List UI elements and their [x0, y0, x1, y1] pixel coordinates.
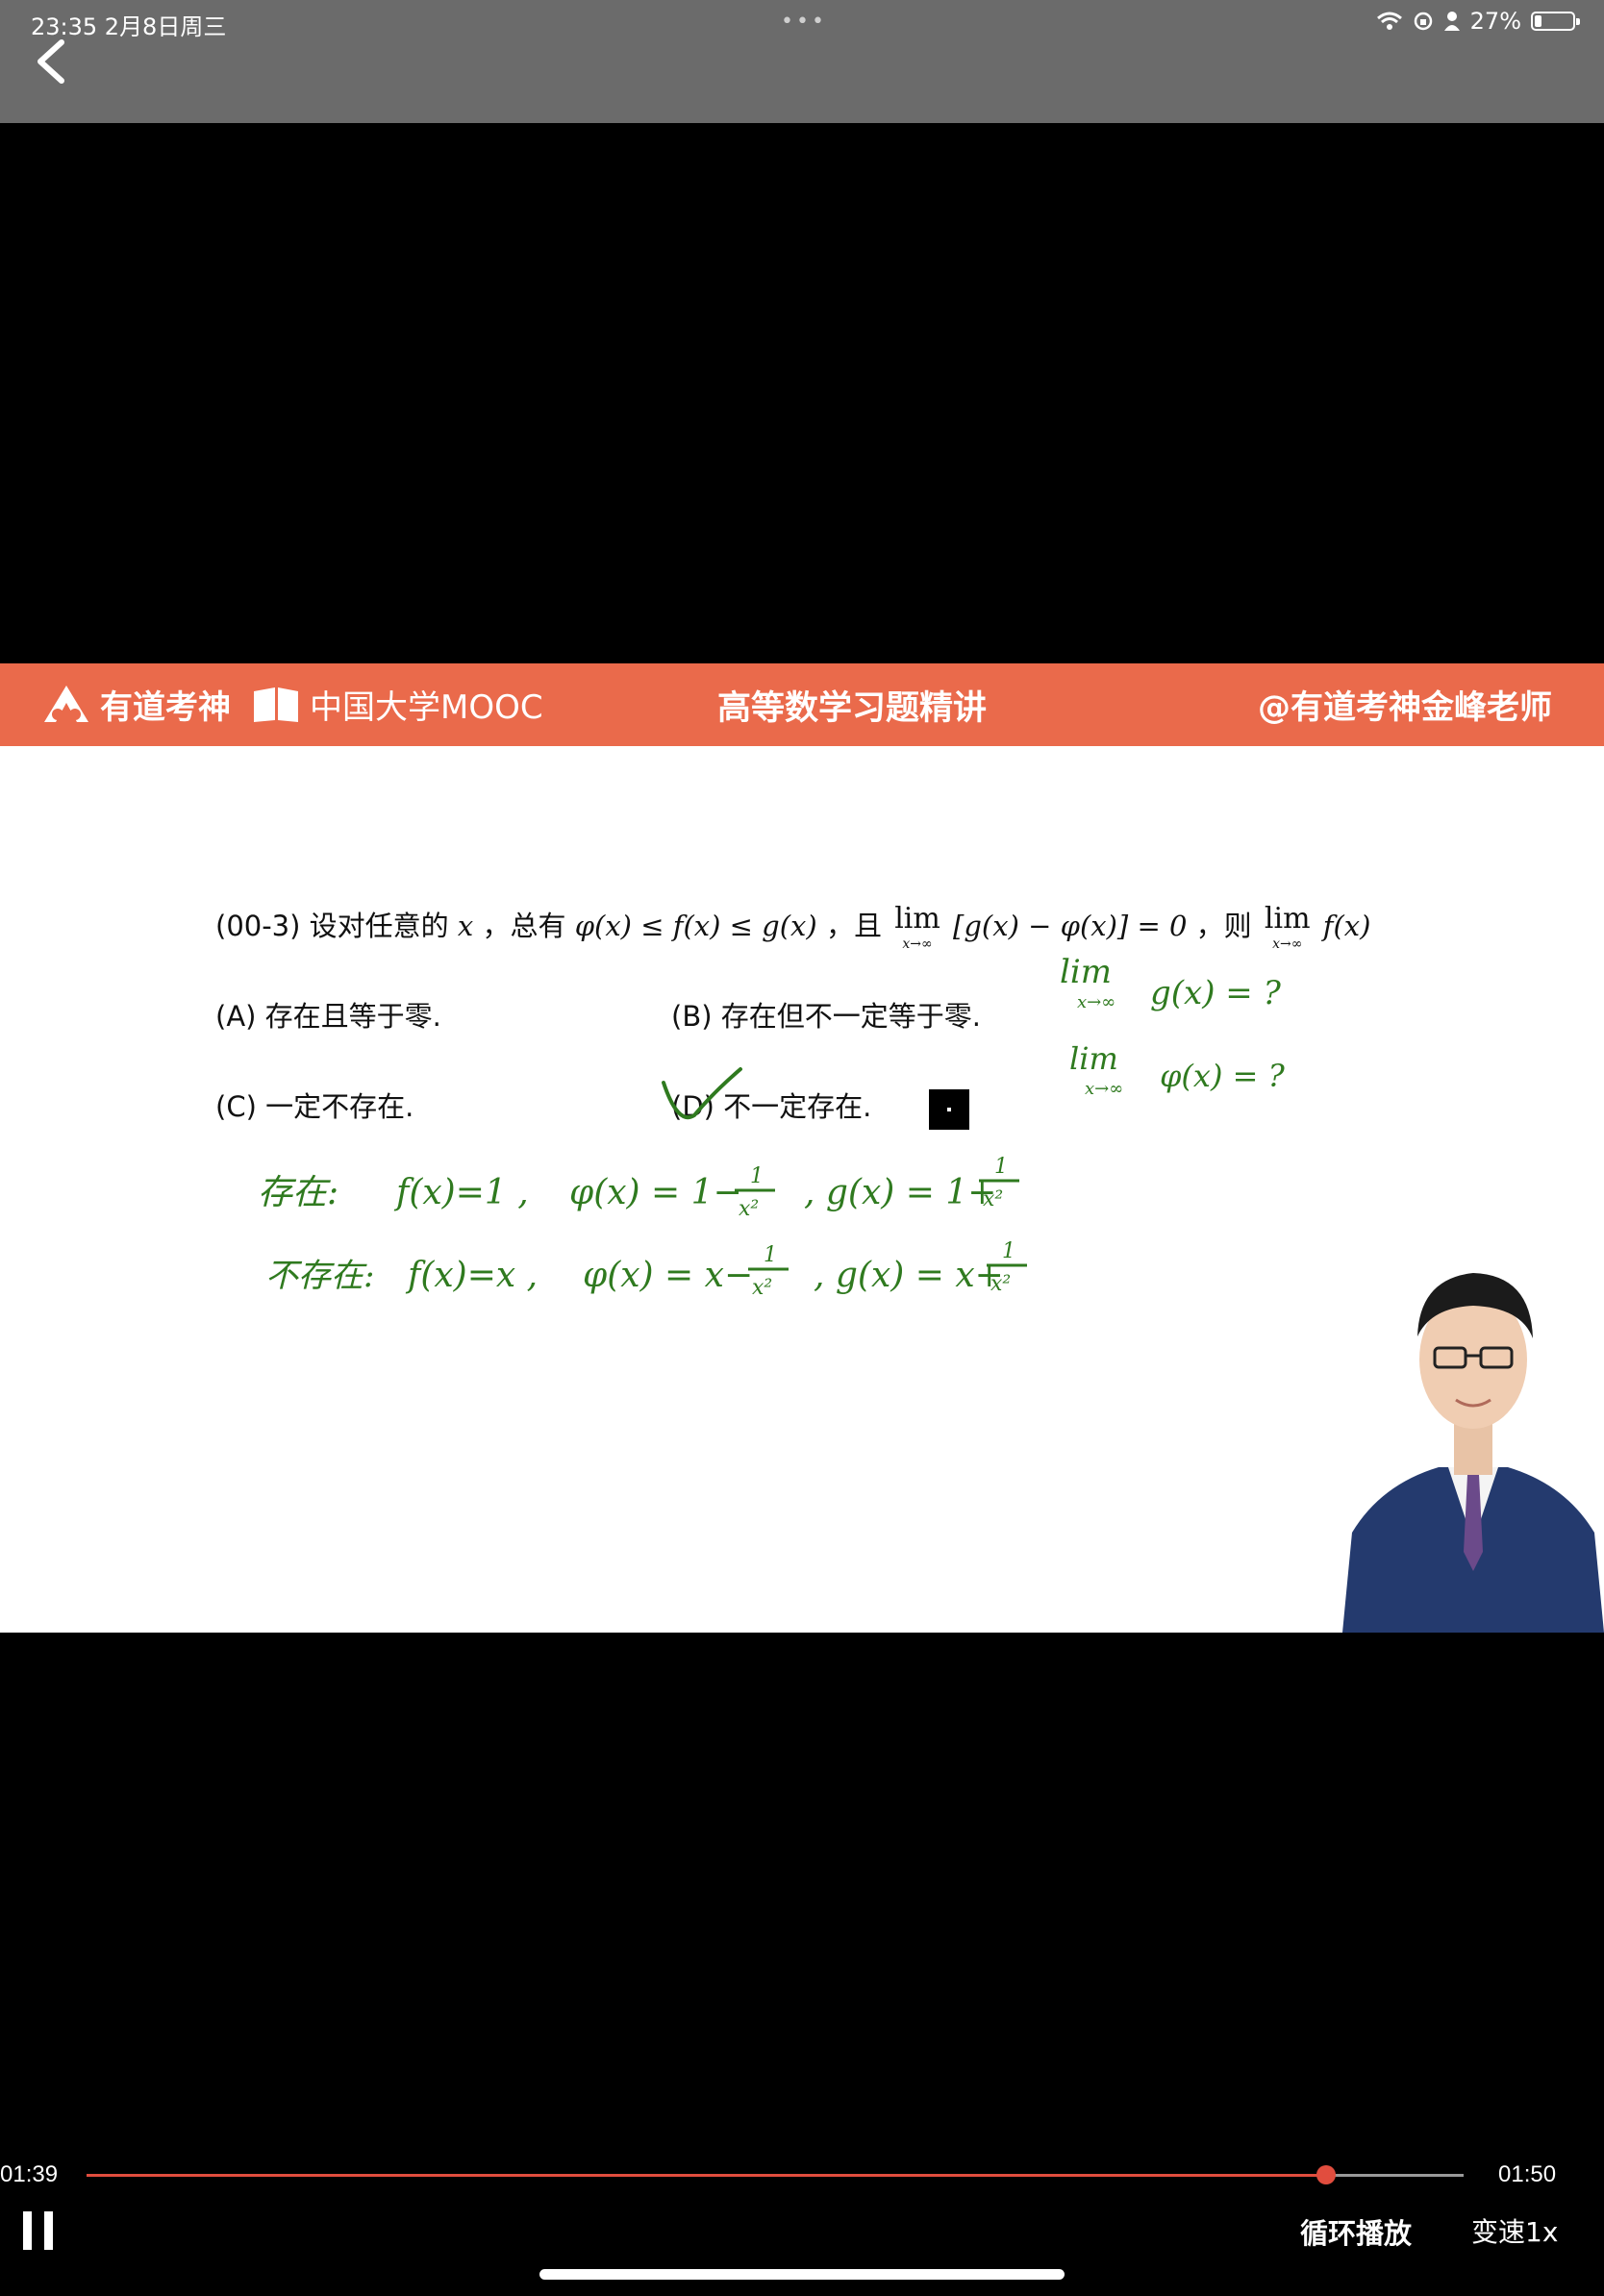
line1-f: f(x)=1 ,: [393, 1173, 529, 1212]
line1-phi-frac-num: 1: [750, 1164, 764, 1188]
line2-label: 不存在:: [265, 1257, 374, 1295]
wifi-icon: [1376, 12, 1402, 30]
line2-f: f(x)=x ,: [405, 1256, 538, 1295]
line2-g-frac-num: 1: [1002, 1239, 1015, 1263]
orientation-lock-icon: [1414, 12, 1432, 31]
current-time: 01:39: [0, 2161, 59, 2187]
note-lim-g-sub: x→∞: [1077, 992, 1115, 1012]
line2-g: , g(x) = x+: [814, 1256, 1004, 1295]
back-chevron-icon[interactable]: [29, 37, 75, 87]
note-lim-g: lim: [1060, 953, 1112, 991]
teacher-photo: [1342, 1273, 1604, 1633]
lecture-slide: (00-3) 设对任意的 x ，总有 φ(x) ≤ f(x) ≤ g(x) ，且…: [0, 746, 1604, 1633]
teacher-handle: @有道考神金峰老师: [1258, 688, 1552, 727]
home-indicator[interactable]: [539, 2269, 1065, 2280]
line1-g-frac-den: x²: [983, 1187, 1003, 1211]
line2-phi-frac-num: 1: [764, 1243, 777, 1267]
line2-phi: φ(x) = x−: [583, 1256, 753, 1295]
line1-phi-frac-den: x²: [739, 1197, 759, 1221]
line1-label: 存在:: [258, 1173, 338, 1212]
loop-button[interactable]: 循环播放: [1300, 2211, 1412, 2252]
course-banner: 有道考神 中国大学MOOC 高等数学习题精讲 @有道考神金峰老师: [0, 663, 1604, 746]
note-phi-question: φ(x) = ?: [1160, 1058, 1286, 1094]
person-icon: [1443, 12, 1460, 31]
note-lim-phi-sub: x→∞: [1085, 1079, 1123, 1099]
top-bar: 23:35 2月8日周三 ••• 27%: [0, 0, 1604, 123]
line2-phi-frac-den: x²: [752, 1276, 772, 1300]
status-indicators: 27%: [1376, 8, 1580, 35]
line1-phi: φ(x) = 1−: [569, 1173, 742, 1212]
speed-button[interactable]: 变速1x: [1471, 2211, 1558, 2250]
pause-icon-bar-left: [23, 2211, 32, 2250]
battery-level: [1535, 15, 1542, 27]
pause-icon-bar-right: [44, 2211, 53, 2250]
battery-percent: 27%: [1469, 8, 1521, 35]
note-lim-phi: lim: [1069, 1040, 1118, 1077]
total-time: 01:50: [1498, 2161, 1557, 2187]
line1-g: , g(x) = 1+: [804, 1173, 996, 1212]
progress-knob[interactable]: [1316, 2165, 1336, 2184]
line2-g-frac-den: x²: [990, 1272, 1011, 1296]
pause-button[interactable]: [23, 2211, 54, 2250]
video-frame[interactable]: 有道考神 中国大学MOOC 高等数学习题精讲 @有道考神金峰老师 (00-3) …: [0, 663, 1604, 1633]
check-mark-icon: [662, 1067, 742, 1119]
battery-icon: [1531, 12, 1580, 31]
pen-cursor: [929, 1089, 969, 1130]
progress-fill: [87, 2174, 1326, 2177]
progress-bar[interactable]: [87, 2165, 1464, 2184]
line1-g-frac-num: 1: [994, 1155, 1008, 1179]
note-g-question: g(x) = ?: [1150, 974, 1282, 1012]
multitask-dots[interactable]: •••: [781, 10, 827, 34]
